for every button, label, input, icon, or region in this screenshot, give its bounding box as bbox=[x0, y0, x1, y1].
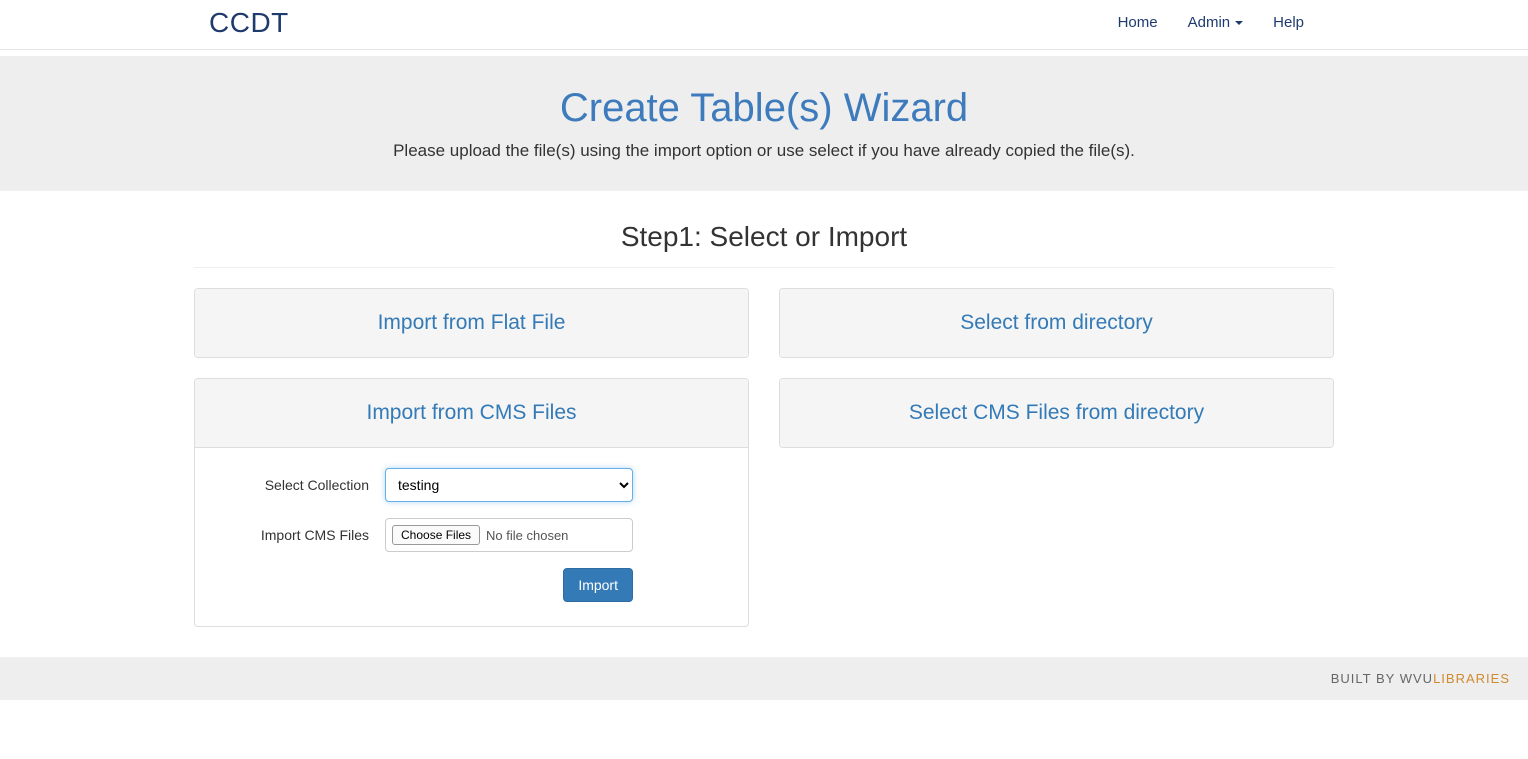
files-label: Import CMS Files bbox=[215, 527, 385, 543]
divider bbox=[194, 267, 1334, 268]
panel-select-directory: Select from directory bbox=[779, 288, 1334, 358]
footer-org: WVU bbox=[1400, 671, 1433, 686]
nav-help[interactable]: Help bbox=[1258, 0, 1319, 45]
nav-admin[interactable]: Admin bbox=[1173, 0, 1259, 45]
panel-import-cms: Import from CMS Files Select Collection … bbox=[194, 378, 749, 627]
panel-select-cms-directory-header[interactable]: Select CMS Files from directory bbox=[780, 379, 1333, 447]
panel-import-cms-body: Select Collection testing Import CMS Fil… bbox=[195, 448, 748, 626]
caret-down-icon bbox=[1235, 21, 1243, 25]
left-column: Import from Flat File Import from CMS Fi… bbox=[194, 288, 749, 627]
nav-home[interactable]: Home bbox=[1103, 0, 1173, 45]
brand-link[interactable]: CCDT bbox=[209, 1, 289, 45]
page-title: Create Table(s) Wizard bbox=[15, 86, 1513, 131]
nav-admin-label: Admin bbox=[1188, 14, 1231, 31]
jumbotron: Create Table(s) Wizard Please upload the… bbox=[0, 56, 1528, 191]
panel-row: Import from Flat File Import from CMS Fi… bbox=[194, 288, 1334, 627]
panel-import-cms-header[interactable]: Import from CMS Files bbox=[195, 379, 748, 448]
panel-select-cms-directory: Select CMS Files from directory bbox=[779, 378, 1334, 448]
panel-import-flat-file: Import from Flat File bbox=[194, 288, 749, 358]
collection-select[interactable]: testing bbox=[385, 468, 633, 502]
primary-nav: Home Admin Help bbox=[1103, 0, 1319, 45]
page-subtitle: Please upload the file(s) using the impo… bbox=[15, 141, 1513, 161]
right-column: Select from directory Select CMS Files f… bbox=[779, 288, 1334, 627]
file-status: No file chosen bbox=[486, 528, 568, 543]
navbar: CCDT Home Admin Help bbox=[0, 0, 1528, 50]
import-button[interactable]: Import bbox=[563, 568, 633, 602]
footer-built-by: BUILT BY bbox=[1331, 671, 1400, 686]
panel-select-directory-header[interactable]: Select from directory bbox=[780, 289, 1333, 357]
collection-row: Select Collection testing bbox=[215, 468, 728, 502]
panel-import-flat-file-header[interactable]: Import from Flat File bbox=[195, 289, 748, 357]
footer-libraries: LIBRARIES bbox=[1433, 671, 1510, 686]
footer: BUILT BY WVULIBRARIES bbox=[0, 657, 1528, 700]
collection-label: Select Collection bbox=[215, 477, 385, 493]
step-title: Step1: Select or Import bbox=[194, 221, 1334, 253]
file-input[interactable]: Choose Files No file chosen bbox=[385, 518, 633, 552]
files-row: Import CMS Files Choose Files No file ch… bbox=[215, 518, 728, 552]
choose-files-button[interactable]: Choose Files bbox=[392, 525, 480, 545]
main-content: Step1: Select or Import Import from Flat… bbox=[194, 191, 1334, 657]
